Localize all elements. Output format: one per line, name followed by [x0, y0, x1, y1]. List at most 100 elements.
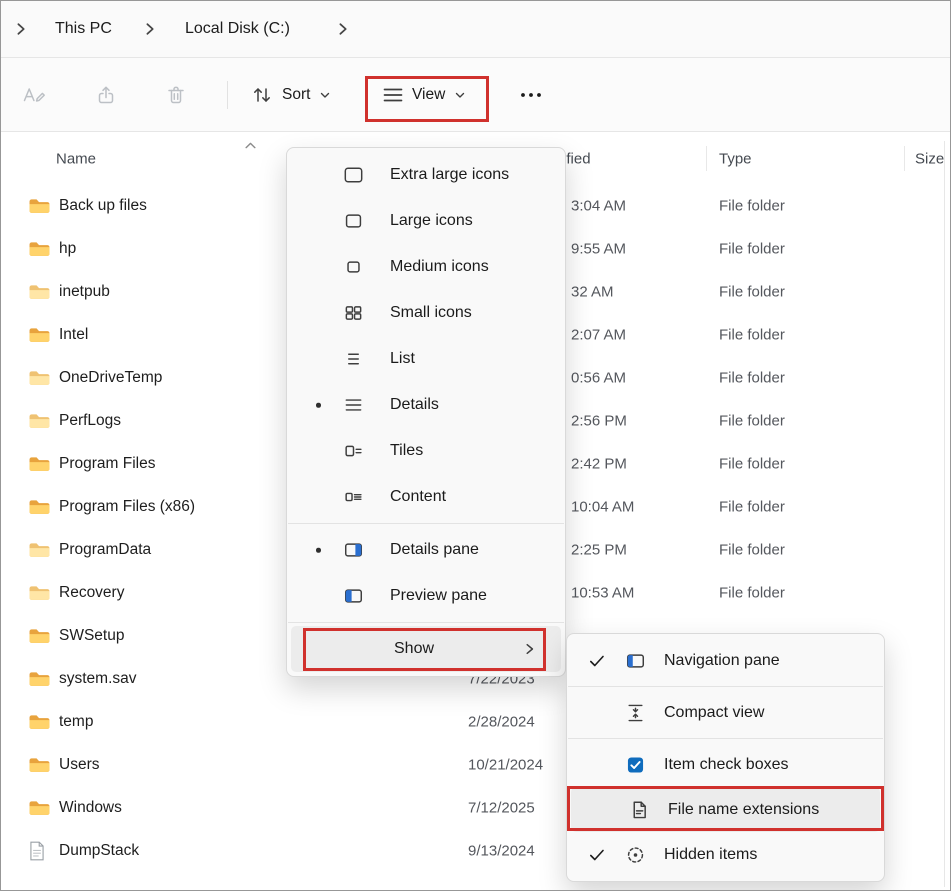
- column-header-type[interactable]: Type: [719, 150, 752, 167]
- view-menu-item-show[interactable]: Show: [291, 626, 561, 672]
- file-name: SWSetup: [59, 627, 124, 645]
- toolbar-divider: [227, 81, 228, 109]
- file-date-modified: 10/21/2024: [468, 756, 543, 773]
- menu-item-label: Details: [390, 396, 439, 414]
- view-menu-item-content[interactable]: Content: [287, 474, 565, 520]
- scrollbar[interactable]: [944, 141, 945, 887]
- view-menu-item-details-pane[interactable]: Details pane: [287, 527, 565, 573]
- sort-ascending-icon: [244, 141, 257, 150]
- rename-button[interactable]: [15, 78, 53, 112]
- large-icons-icon: [343, 211, 364, 232]
- view-menu: Extra large icons Large icons Medium icons…: [286, 147, 566, 677]
- view-button[interactable]: View: [373, 78, 476, 112]
- file-name: system.sav: [59, 670, 137, 688]
- show-submenu: Navigation pane Compact view Item check bo…: [566, 633, 885, 882]
- content-view-icon: [343, 487, 364, 508]
- file-date-modified: 3:04 AM: [571, 197, 626, 214]
- menu-separator: [568, 738, 883, 739]
- address-bar: This PC Local Disk (C:): [1, 1, 950, 58]
- view-menu-item-extra-large-icons[interactable]: Extra large icons: [287, 152, 565, 198]
- column-divider[interactable]: [904, 146, 905, 171]
- show-submenu-item-hidden-items[interactable]: Hidden items: [567, 832, 884, 877]
- tiles-view-icon: [343, 441, 364, 462]
- breadcrumb-local-disk-c[interactable]: Local Disk (C:): [185, 20, 290, 38]
- file-type: File folder: [719, 498, 785, 515]
- view-menu-item-medium-icons[interactable]: Medium icons: [287, 244, 565, 290]
- file-name: PerfLogs: [59, 412, 121, 430]
- menu-item-label: Large icons: [390, 212, 473, 230]
- file-date-modified: 9:55 AM: [571, 240, 626, 257]
- sort-label: Sort: [282, 86, 310, 104]
- menu-item-label: Extra large icons: [390, 166, 509, 184]
- folder-icon: [28, 669, 51, 688]
- file-date-modified: 2/28/2024: [468, 713, 535, 730]
- file-name: Intel: [59, 326, 88, 344]
- column-header-size[interactable]: Size: [915, 150, 944, 167]
- preview-pane-icon: [343, 586, 364, 607]
- file-name: Recovery: [59, 584, 124, 602]
- menu-item-label: Details pane: [390, 541, 479, 559]
- file-type: File folder: [719, 197, 785, 214]
- file-name: Users: [59, 756, 99, 774]
- column-divider[interactable]: [706, 146, 707, 171]
- file-explorer-window: This PC Local Disk (C:) Sort: [0, 0, 951, 891]
- view-menu-item-small-icons[interactable]: Small icons: [287, 290, 565, 336]
- file-date-modified: 7/12/2025: [468, 799, 535, 816]
- menu-separator: [568, 686, 883, 687]
- show-submenu-item-file-name-extensions[interactable]: File name extensions: [571, 787, 880, 832]
- view-menu-item-list[interactable]: List: [287, 336, 565, 382]
- menu-item-label: Medium icons: [390, 258, 489, 276]
- sort-icon: [251, 84, 273, 106]
- chevron-right-icon[interactable]: [336, 22, 349, 37]
- delete-button[interactable]: [159, 78, 193, 112]
- selected-indicator: [316, 403, 321, 408]
- file-type: File folder: [719, 584, 785, 601]
- view-menu-item-preview-pane[interactable]: Preview pane: [287, 573, 565, 619]
- folder-light-icon: [28, 282, 51, 301]
- more-options-button[interactable]: [513, 85, 549, 105]
- menu-separator: [288, 523, 564, 524]
- sort-button[interactable]: Sort: [241, 76, 341, 114]
- extra-large-icons-icon: [343, 165, 364, 186]
- chevron-right-icon[interactable]: [143, 22, 156, 37]
- file-name: temp: [59, 713, 93, 731]
- menu-item-label: File name extensions: [668, 801, 819, 819]
- column-header-name[interactable]: Name: [56, 150, 96, 167]
- menu-item-label: Content: [390, 488, 446, 506]
- hidden-items-icon: [625, 844, 646, 865]
- compact-view-icon: [625, 702, 646, 723]
- chevron-right-icon[interactable]: [14, 22, 27, 37]
- view-label: View: [412, 86, 445, 104]
- folder-icon: [28, 325, 51, 344]
- file-type: File folder: [719, 283, 785, 300]
- menu-item-label: Item check boxes: [664, 756, 789, 774]
- folder-light-icon: [28, 411, 51, 430]
- folder-light-icon: [28, 368, 51, 387]
- selected-indicator: [316, 548, 321, 553]
- show-submenu-item-compact-view[interactable]: Compact view: [567, 690, 884, 735]
- folder-light-icon: [28, 583, 51, 602]
- folder-icon: [28, 497, 51, 516]
- file-name: OneDriveTemp: [59, 369, 162, 387]
- details-pane-icon: [343, 540, 364, 561]
- view-menu-item-tiles[interactable]: Tiles: [287, 428, 565, 474]
- file-type: File folder: [719, 240, 785, 257]
- show-submenu-item-item-check-boxes[interactable]: Item check boxes: [567, 742, 884, 787]
- view-menu-item-details[interactable]: Details: [287, 382, 565, 428]
- share-button[interactable]: [89, 78, 123, 112]
- file-name: hp: [59, 240, 76, 258]
- menu-item-label: List: [390, 350, 415, 368]
- file-date-modified: 9/13/2024: [468, 842, 535, 859]
- file-date-modified: 10:04 AM: [571, 498, 634, 515]
- folder-icon: [28, 196, 51, 215]
- file-name: Program Files: [59, 455, 155, 473]
- file-date-modified: 2:25 PM: [571, 541, 627, 558]
- view-menu-item-large-icons[interactable]: Large icons: [287, 198, 565, 244]
- breadcrumb-this-pc[interactable]: This PC: [55, 20, 112, 38]
- chevron-right-icon: [522, 642, 537, 657]
- checkmark-icon: [589, 654, 605, 667]
- menu-item-label: Compact view: [664, 704, 764, 722]
- show-submenu-item-navigation-pane[interactable]: Navigation pane: [567, 638, 884, 683]
- menu-item-label: Small icons: [390, 304, 472, 322]
- file-type: File folder: [719, 369, 785, 386]
